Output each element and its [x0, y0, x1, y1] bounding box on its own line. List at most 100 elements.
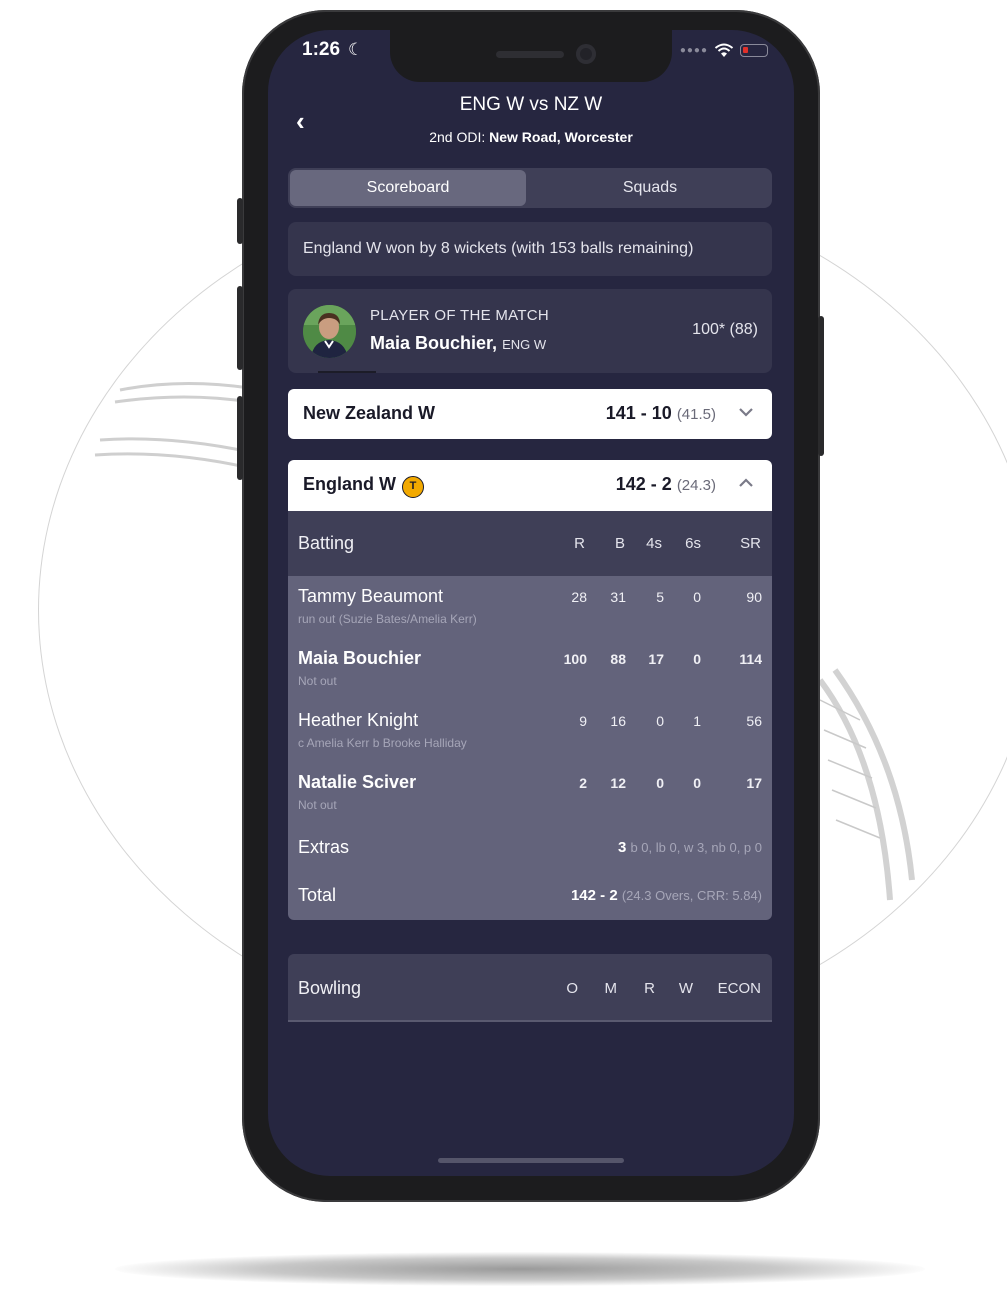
col-strike-rate: SR — [740, 535, 761, 552]
match-subtitle: 2nd ODI: New Road, Worcester — [268, 129, 794, 145]
cell-runs: 100 — [563, 651, 587, 667]
table-row[interactable]: Tammy Beaumont run out (Suzie Bates/Amel… — [288, 576, 772, 638]
volume-down-button — [237, 396, 243, 480]
cell-runs: 2 — [579, 775, 587, 791]
cell-strike-rate: 17 — [746, 775, 762, 791]
col-runs-conceded: R — [644, 980, 655, 997]
batting-table: Tammy Beaumont run out (Suzie Bates/Amel… — [288, 576, 772, 920]
innings-team: England W — [303, 474, 396, 494]
cell-sixes: 0 — [693, 651, 701, 667]
cell-sixes: 0 — [693, 589, 701, 605]
cell-fours: 17 — [648, 651, 664, 667]
cell-runs: 9 — [579, 713, 587, 729]
card-divider — [318, 371, 376, 373]
volume-up-button — [237, 286, 243, 370]
toss-icon: T — [402, 476, 424, 498]
potm-team: ENG W — [502, 337, 547, 352]
battery-icon — [740, 44, 768, 57]
cell-strike-rate: 56 — [746, 713, 762, 729]
total-score: 142 - 2 — [570, 887, 618, 904]
moon-icon: ☾ — [348, 40, 364, 59]
potm-player-name: Maia Bouchier, — [370, 333, 498, 353]
total-value: 142 - 2 (24.3 Overs, CRR: 5.84) — [571, 887, 762, 904]
innings-overs: (41.5) — [676, 406, 716, 423]
phone-shadow — [115, 1252, 925, 1286]
extras-label: Extras — [298, 837, 350, 857]
cell-balls: 12 — [610, 775, 626, 791]
wifi-icon — [714, 43, 734, 57]
cell-sixes: 1 — [693, 713, 701, 729]
col-fours: 4s — [646, 535, 662, 552]
match-result: England W won by 8 wickets (with 153 bal… — [288, 222, 772, 276]
cell-balls: 31 — [610, 589, 626, 605]
extras-value: 3 b 0, lb 0, w 3, nb 0, p 0 — [618, 839, 762, 856]
tab-squads[interactable]: Squads — [528, 168, 772, 208]
dismissal: Not out — [298, 674, 337, 688]
innings-runs-wickets: 142 - 2 — [615, 474, 672, 494]
table-row[interactable]: Natalie Sciver Not out 2 12 0 0 17 — [288, 762, 772, 824]
innings-header-eng[interactable]: England W T 142 - 2 (24.3) — [288, 460, 772, 512]
cell-balls: 16 — [610, 713, 626, 729]
match-number: 2nd ODI: — [429, 129, 490, 145]
innings-team-with-toss: England W T — [303, 474, 424, 498]
innings-score: 141 - 10 (41.5) — [606, 403, 716, 424]
total-label: Total — [298, 885, 337, 905]
batting-title: Batting — [298, 533, 355, 553]
potm-player: Maia Bouchier, ENG W — [370, 333, 546, 354]
match-title: ENG W vs NZ W — [459, 94, 603, 115]
speaker-grille — [496, 51, 564, 58]
table-row[interactable]: Maia Bouchier Not out 100 88 17 0 114 — [288, 638, 772, 700]
player-of-match-card[interactable]: PLAYER OF THE MATCH Maia Bouchier, ENG W… — [288, 289, 772, 373]
col-runs: R — [574, 535, 585, 552]
cell-balls: 88 — [610, 651, 626, 667]
batter-name: Maia Bouchier — [298, 648, 422, 668]
innings-header-nz[interactable]: New Zealand W 141 - 10 (41.5) — [288, 389, 772, 439]
potm-label: PLAYER OF THE MATCH — [370, 307, 550, 324]
innings-overs: (24.3) — [676, 477, 716, 494]
bowling-header: Bowling O M R W ECON — [288, 954, 772, 1022]
cell-runs: 28 — [571, 589, 587, 605]
match-venue: New Road, Worcester — [489, 129, 633, 145]
mute-switch — [237, 198, 243, 244]
innings-score: 142 - 2 (24.3) — [616, 474, 716, 495]
avatar — [303, 305, 356, 358]
cell-strike-rate: 90 — [746, 589, 762, 605]
chevron-down-icon[interactable] — [738, 405, 754, 423]
notch — [390, 30, 672, 82]
power-button — [818, 316, 824, 456]
cell-fours: 0 — [656, 713, 664, 729]
dismissal: Not out — [298, 798, 337, 812]
innings-runs-wickets: 141 - 10 — [605, 403, 672, 423]
batter-name: Natalie Sciver — [298, 772, 417, 792]
batting-header: Batting R B 4s 6s SR — [288, 511, 772, 576]
home-indicator[interactable] — [438, 1158, 624, 1163]
col-sixes: 6s — [685, 535, 701, 552]
bowling-title: Bowling — [298, 978, 362, 998]
batter-name: Heather Knight — [298, 710, 419, 730]
dismissal: run out (Suzie Bates/Amelia Kerr) — [298, 612, 477, 626]
chevron-up-icon[interactable] — [738, 476, 754, 494]
batter-name: Tammy Beaumont — [298, 586, 444, 606]
signal-icon: ●●●● — [679, 45, 708, 56]
extras-detail: b 0, lb 0, w 3, nb 0, p 0 — [630, 840, 762, 855]
divider — [288, 1020, 772, 1022]
cell-strike-rate: 114 — [739, 651, 762, 667]
innings-team: New Zealand W — [303, 403, 436, 423]
tab-scoreboard[interactable]: Scoreboard — [290, 170, 526, 206]
app-screen: 1:26 ☾ ●●●● ‹ ENG W vs NZ W 2nd ODI: New… — [268, 30, 794, 1176]
tab-bar: Scoreboard Squads — [288, 168, 772, 208]
status-indicators: ●●●● — [680, 43, 768, 58]
dismissal: c Amelia Kerr b Brooke Halliday — [298, 736, 467, 750]
extras-total: 3 — [617, 839, 627, 856]
potm-score: 100* (88) — [692, 321, 758, 338]
cell-sixes: 0 — [693, 775, 701, 791]
col-maidens: M — [604, 980, 618, 997]
col-overs: O — [566, 980, 578, 997]
table-row[interactable]: Heather Knight c Amelia Kerr b Brooke Ha… — [288, 700, 772, 762]
cell-fours: 5 — [656, 589, 664, 605]
col-economy: ECON — [717, 980, 761, 997]
col-wickets: W — [678, 980, 693, 997]
col-balls: B — [614, 535, 625, 552]
total-detail: (24.3 Overs, CRR: 5.84) — [621, 888, 762, 903]
camera-icon — [576, 44, 596, 64]
